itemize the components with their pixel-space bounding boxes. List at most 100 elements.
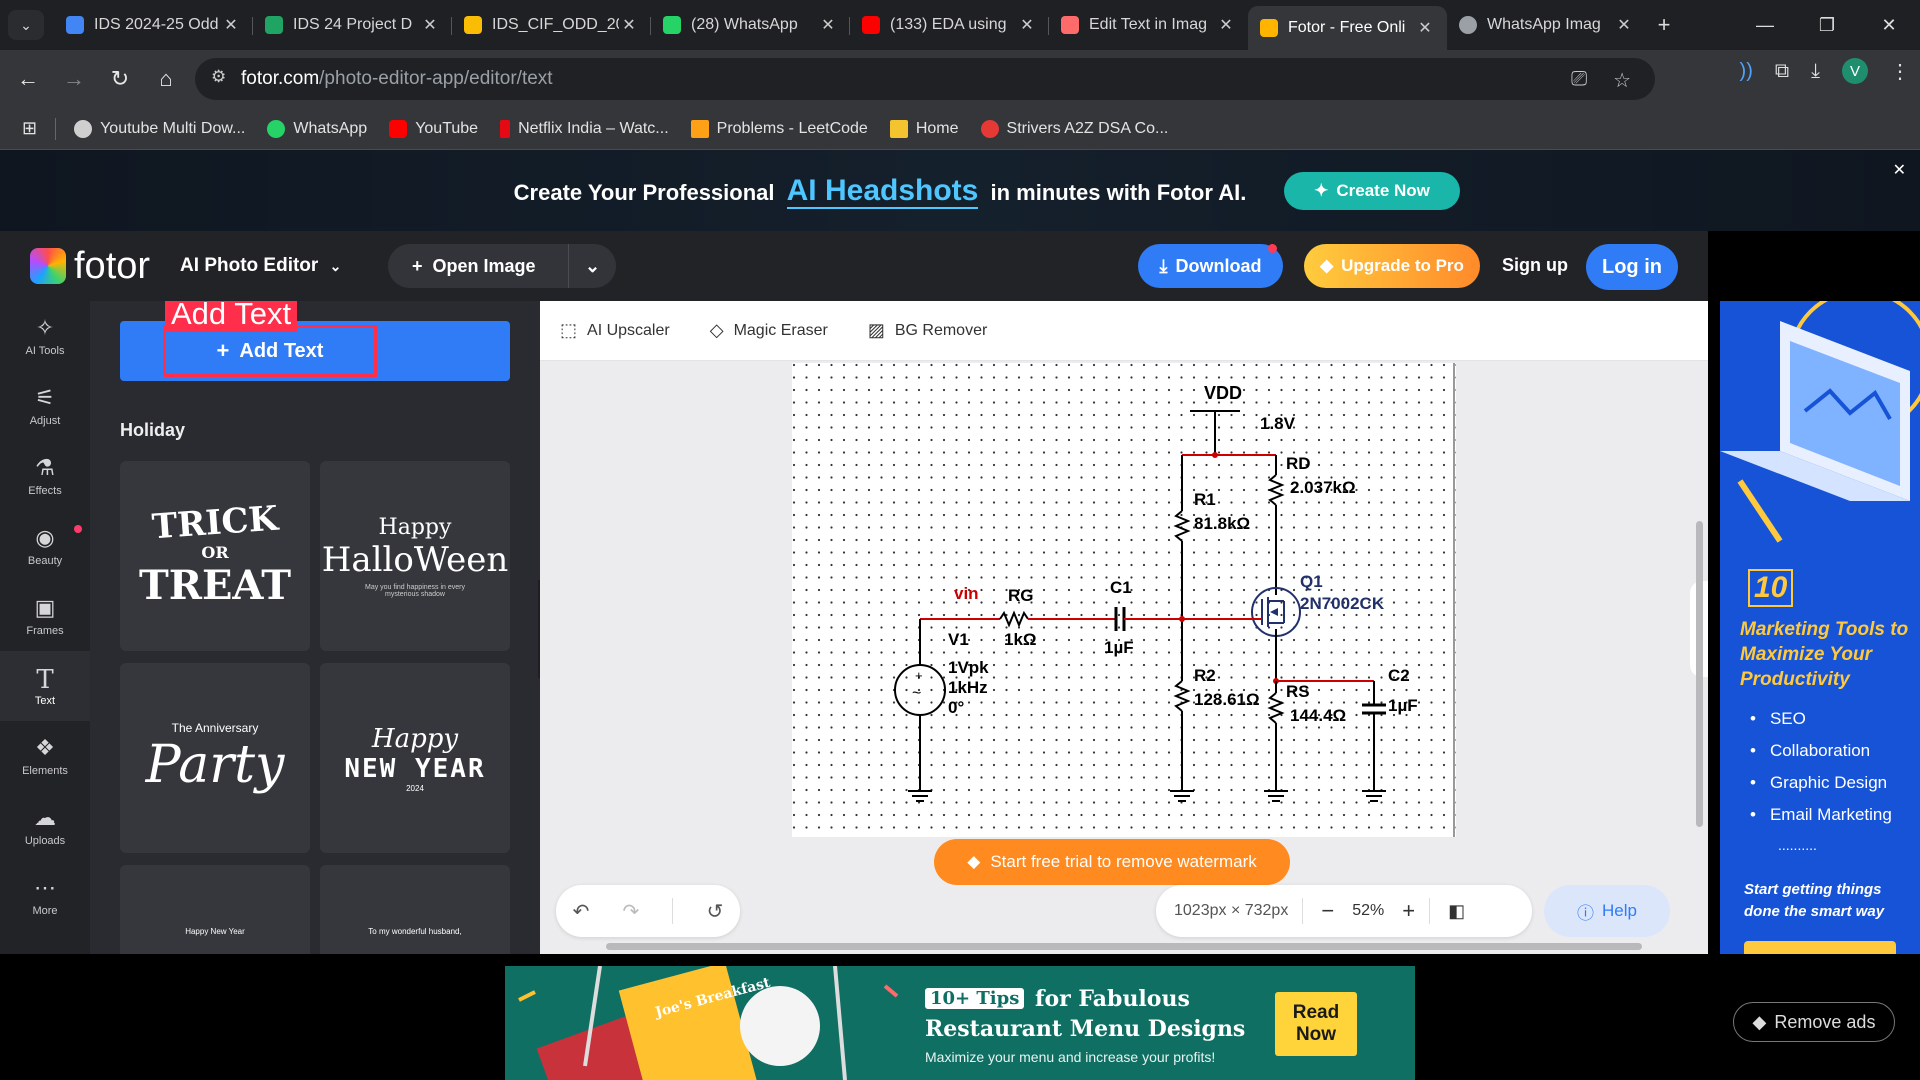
horizontal-scrollbar[interactable] (606, 943, 1642, 950)
zoom-level[interactable]: 52% (1352, 902, 1384, 920)
label-c2: C2 (1388, 666, 1410, 685)
remove-ads-button[interactable]: ◆ Remove ads (1733, 1002, 1895, 1042)
redo-icon[interactable]: ↷ (623, 899, 640, 924)
log-in-button[interactable]: Log in (1586, 244, 1678, 290)
text-template-trick-or-treat[interactable]: TRICK OR TREAT (120, 461, 310, 651)
sidebar-item-ai-tools[interactable]: ✧ AI Tools (0, 301, 90, 371)
restore-icon[interactable]: ❐ (1796, 0, 1858, 50)
fotor-logo[interactable]: fotor (30, 245, 150, 288)
bookmark-item[interactable]: WhatsApp (267, 119, 367, 138)
bookmark-item[interactable]: Netflix India – Watc... (500, 119, 669, 138)
circuit-schematic: VDD 1.8V RD 2.037kΩ R1 81.8kΩ Q1 2N7002C… (792, 363, 1456, 837)
sidebar-item-elements[interactable]: ❖ Elements (0, 721, 90, 791)
right-ad-banner[interactable]: 10 Marketing Tools to Maximize Your Prod… (1720, 301, 1920, 954)
magic-eraser-tool[interactable]: ◇ Magic Eraser (710, 320, 828, 341)
create-now-button[interactable]: ✦ Create Now (1284, 172, 1460, 210)
canvas-image[interactable]: VDD 1.8V RD 2.037kΩ R1 81.8kΩ Q1 2N7002C… (792, 363, 1456, 837)
bookmark-star-icon[interactable]: ☆ (1613, 68, 1631, 93)
help-button[interactable]: ⓘ Help (1544, 885, 1670, 937)
close-icon[interactable]: ✕ (1415, 18, 1435, 38)
open-image-button[interactable]: + Open Image (388, 256, 568, 277)
close-icon[interactable]: ✕ (1614, 15, 1634, 35)
tab-1[interactable]: IDS 24 Project D ✕ (253, 5, 452, 45)
close-icon[interactable]: ✕ (619, 15, 639, 35)
close-icon[interactable]: ✕ (420, 15, 440, 35)
close-icon[interactable]: ✕ (818, 15, 838, 35)
text-template-happy-halloween[interactable]: Happy HalloWeen May you find happiness i… (320, 461, 510, 651)
install-app-icon[interactable]: ⎚ (1571, 68, 1587, 93)
text-template-husband[interactable]: To my wonderful husband, (320, 865, 510, 954)
bookmark-label: Youtube Multi Dow... (100, 119, 246, 137)
close-icon[interactable]: ✕ (1017, 15, 1037, 35)
ai-upscaler-tool[interactable]: ⬚ AI Upscaler (560, 320, 670, 341)
tab-2[interactable]: IDS_CIF_ODD_20 ✕ (452, 5, 651, 45)
tab-search-menu[interactable]: ⌄ (8, 10, 44, 40)
download-button[interactable]: ⤓ Download (1138, 244, 1283, 288)
uploads-icon: ☁ (34, 805, 56, 830)
compare-icon[interactable]: ◧ (1448, 901, 1465, 922)
tab-4[interactable]: (133) EDA using ✕ (850, 5, 1049, 45)
tab-0[interactable]: IDS 2024-25 Odd ✕ (54, 5, 253, 45)
bookmark-item[interactable]: Strivers A2Z DSA Co... (980, 119, 1168, 138)
profile-avatar[interactable]: V (1842, 58, 1868, 84)
upgrade-to-pro-button[interactable]: ◆ Upgrade to Pro (1304, 244, 1480, 288)
minimize-icon[interactable]: — (1734, 0, 1796, 50)
bookmark-item[interactable]: YouTube (389, 119, 479, 138)
text-template-anniversary-party[interactable]: The Anniversary Party (120, 663, 310, 853)
close-icon[interactable]: ✕ (1893, 160, 1906, 180)
sidebar-item-effects[interactable]: ⚗ Effects (0, 441, 90, 511)
sidebar-item-beauty[interactable]: ◉ Beauty (0, 511, 90, 581)
sidebar-item-more[interactable]: ⋯ More (0, 861, 90, 931)
bg-remover-tool[interactable]: ▨ BG Remover (868, 320, 987, 341)
undo-icon[interactable]: ↶ (573, 899, 590, 924)
remove-watermark-button[interactable]: ◆ Start free trial to remove watermark (934, 839, 1290, 885)
sidebar-item-adjust[interactable]: ⚟ Adjust (0, 371, 90, 441)
text-template-happy-new-year[interactable]: Happy NEW YEAR 2024 (320, 663, 510, 853)
open-image-dropdown[interactable]: ⌄ (568, 244, 616, 288)
vertical-scrollbar[interactable] (1696, 521, 1703, 827)
browser-menu-icon[interactable]: ⋮ (1890, 59, 1910, 84)
sidebar-item-label: Text (34, 695, 56, 707)
forward-icon[interactable]: → (54, 59, 94, 99)
reload-icon[interactable]: ↻ (100, 59, 140, 99)
ai-photo-editor-menu[interactable]: AI Photo Editor ⌄ (180, 255, 341, 277)
extensions-puzzle-icon[interactable]: ⧉ (1775, 60, 1789, 83)
zoom-out-icon[interactable]: − (1321, 898, 1334, 924)
ad-more-dots: .......... (1778, 837, 1817, 853)
tab-5[interactable]: Edit Text in Imag ✕ (1049, 5, 1248, 45)
home-icon[interactable]: ⌂ (146, 59, 186, 99)
address-bar[interactable]: ⚙ fotor.com/photo-editor-app/editor/text… (195, 58, 1655, 100)
bookmark-item[interactable]: Problems - LeetCode (690, 119, 868, 138)
tab-7[interactable]: WhatsApp Imag ✕ (1447, 5, 1646, 45)
ad-cta-button[interactable] (1744, 941, 1896, 954)
tab-title: WhatsApp Imag (1487, 16, 1601, 33)
bookmark-label: YouTube (415, 119, 479, 137)
extension-wave-icon[interactable]: )) (1740, 60, 1753, 83)
close-icon[interactable]: ✕ (1216, 15, 1236, 35)
bottom-ad-banner[interactable]: Joe's Breakfast 10+ Tips for Fabulous Re… (505, 966, 1415, 1080)
new-tab-button[interactable]: + (1646, 12, 1682, 38)
site-info-icon[interactable]: ⚙ (211, 67, 226, 87)
apps-grid-icon[interactable]: ⊞ (22, 118, 37, 139)
confetti (518, 990, 536, 1002)
read-now-button[interactable]: Read Now (1275, 992, 1357, 1056)
back-icon[interactable]: ← (8, 59, 48, 99)
history-icon[interactable]: ↺ (707, 899, 724, 924)
tab-6-active[interactable]: Fotor - Free Onli ✕ (1248, 6, 1447, 50)
sidebar-item-uploads[interactable]: ☁ Uploads (0, 791, 90, 861)
downloads-icon[interactable]: ⤓ (1811, 60, 1820, 83)
editor-menu-label: AI Photo Editor (180, 255, 319, 276)
close-window-icon[interactable]: ✕ (1858, 0, 1920, 50)
sign-up-link[interactable]: Sign up (1502, 255, 1568, 276)
sidebar-item-text[interactable]: T Text (0, 651, 90, 721)
fotor-logo-icon (30, 248, 66, 284)
template-line: OR (201, 543, 229, 562)
sidebar-item-frames[interactable]: ▣ Frames (0, 581, 90, 651)
bookmark-item[interactable]: Home (889, 119, 959, 138)
text-template-new-year-2[interactable]: Happy New Year (120, 865, 310, 954)
zoom-in-icon[interactable]: + (1402, 898, 1415, 924)
tab-3[interactable]: (28) WhatsApp ✕ (651, 5, 850, 45)
close-icon[interactable]: ✕ (221, 15, 241, 35)
tab-title: IDS 2024-25 Odd (94, 16, 219, 33)
bookmark-item[interactable]: Youtube Multi Dow... (74, 119, 246, 138)
